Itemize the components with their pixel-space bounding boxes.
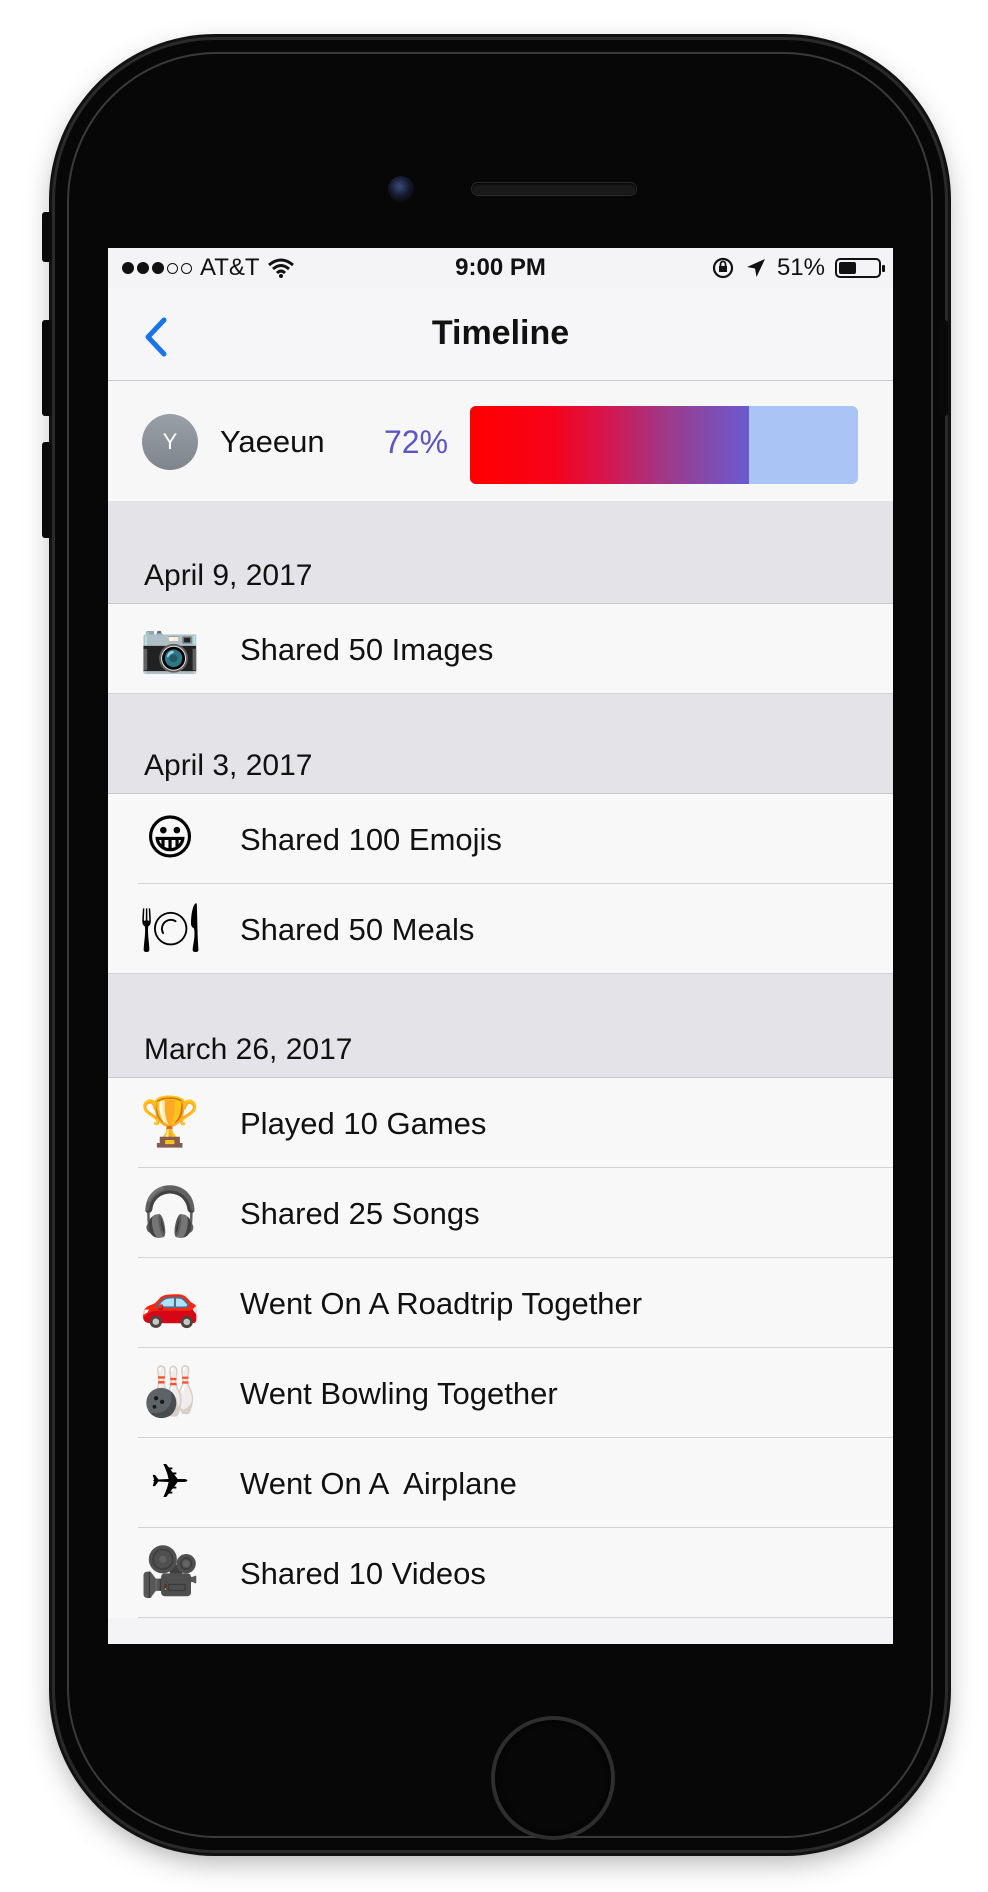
camera-icon: 📷 <box>140 622 200 675</box>
headphones-icon: 🎧 <box>140 1186 200 1239</box>
list-item-label: Shared 10 Videos <box>240 1556 486 1591</box>
list-item[interactable]: 🎳 Went Bowling Together <box>108 1348 893 1438</box>
list-item-label: Shared 50 Meals <box>240 912 475 947</box>
section-date: April 9, 2017 <box>144 559 313 592</box>
section-header: April 3, 2017 <box>108 694 893 794</box>
trophy-icon: 🏆 <box>140 1096 200 1149</box>
profile-summary: Y Yaeeun 72% <box>108 381 893 502</box>
page-title: Timeline <box>431 314 570 352</box>
list-item[interactable]: 🎥 Shared 10 Videos <box>108 1528 893 1618</box>
list-item[interactable]: ✈ Went On A Airplane <box>108 1438 893 1528</box>
car-icon: 🚗 <box>140 1276 200 1329</box>
list-item-label: Played 10 Games <box>240 1106 487 1141</box>
plate-cutlery-icon: 🍽 <box>140 902 201 955</box>
list-item[interactable]: 😀 Shared 100 Emojis <box>108 794 893 884</box>
status-right: 51% <box>711 254 885 282</box>
volume-down-button[interactable] <box>42 442 52 538</box>
earpiece-speaker <box>472 183 636 195</box>
bowling-icon: 🎳 <box>140 1366 200 1419</box>
list-item-label: Went On A Roadtrip Together <box>240 1286 643 1321</box>
navigation-bar: Timeline <box>108 288 893 381</box>
compatibility-percent: 72% <box>384 424 449 460</box>
front-camera <box>388 176 414 202</box>
location-arrow-icon <box>746 259 765 277</box>
list-item[interactable]: 🎧 Shared 25 Songs <box>108 1168 893 1258</box>
compatibility-progress-fill <box>470 406 750 484</box>
list-item[interactable]: 🚗 Went On A Roadtrip Together <box>108 1258 893 1348</box>
avatar[interactable]: Y <box>142 414 198 470</box>
list-item[interactable]: 📷 Shared 50 Images <box>108 604 893 694</box>
power-button[interactable] <box>938 320 948 416</box>
list-item-label: Shared 25 Songs <box>240 1196 480 1231</box>
list-item-label: Went Bowling Together <box>240 1376 558 1411</box>
volume-up-button[interactable] <box>42 320 52 416</box>
home-button[interactable] <box>495 1720 611 1836</box>
orientation-lock-icon <box>712 257 734 279</box>
list-item-label: Went On A Airplane <box>240 1466 517 1501</box>
list-item-label: Shared 50 Images <box>240 632 494 667</box>
section-header: April 9, 2017 <box>108 501 893 604</box>
movie-camera-icon: 🎥 <box>140 1546 200 1599</box>
battery-percent: 51% <box>776 254 825 281</box>
screen: AT&T 9:00 PM 51% Timeline Y Yaeeun 72% A… <box>108 248 893 1644</box>
list-item-label: Shared 100 Emojis <box>240 822 502 857</box>
list-item[interactable]: 🏆 Played 10 Games <box>108 1078 893 1168</box>
section-date: April 3, 2017 <box>144 749 313 782</box>
battery-icon <box>835 258 885 278</box>
list-item[interactable]: 🍽 Shared 50 Meals <box>108 884 893 974</box>
section-date: March 26, 2017 <box>144 1033 353 1066</box>
mute-switch[interactable] <box>42 212 52 262</box>
airplane-icon: ✈ <box>149 1456 191 1509</box>
status-bar: AT&T 9:00 PM 51% <box>108 248 893 288</box>
compatibility-progress-bar <box>470 406 858 484</box>
section-header: March 26, 2017 <box>108 974 893 1078</box>
grinning-face-icon: 😀 <box>144 812 196 865</box>
profile-name: Yaeeun <box>220 424 325 459</box>
